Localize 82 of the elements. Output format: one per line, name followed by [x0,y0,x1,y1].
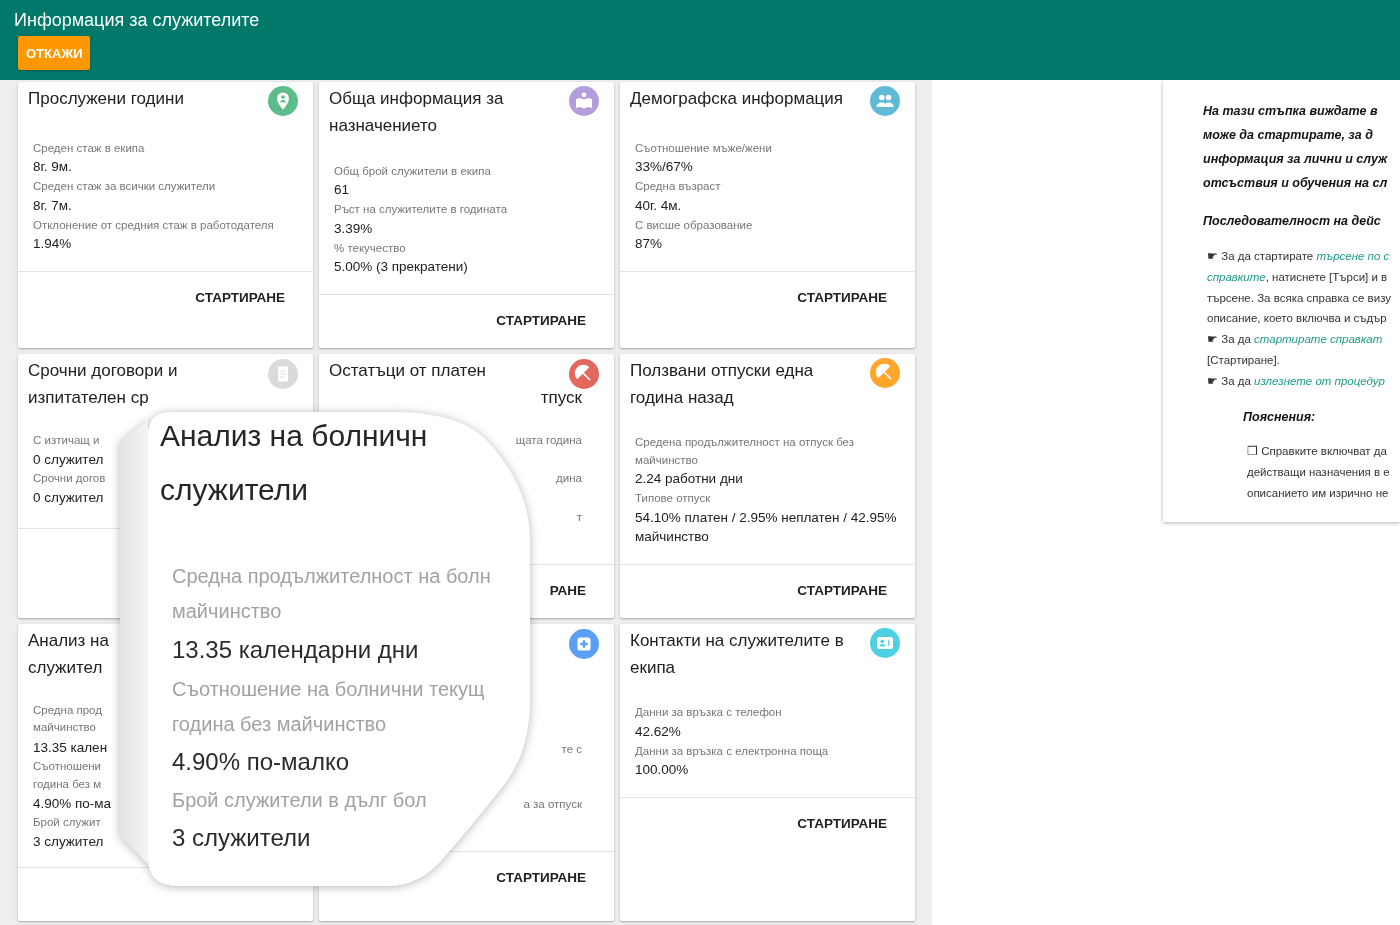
metric-value: 13.35 кален [33,738,108,757]
metric-value: 8г. 7м. [33,196,72,215]
metric-value: 2.24 работни дни [635,470,743,488]
metric-value: 8г. 9м. [33,158,72,176]
magnified-metric-label: Брой служители в дълг бол [172,788,427,813]
help-step-line: справките, натиснете [Търси] и в [1207,269,1388,285]
metric-value: 3.39% [334,219,373,238]
help-notes-heading: Пояснения: [1243,408,1316,426]
help-intro-line: отсъствия и обучения на сл [1203,175,1388,192]
help-note-line: действащи назначения в е [1247,464,1390,480]
metric-label: Срочни догов [33,470,106,486]
card-title: Демографска информация [630,88,844,110]
metric-value: 5.00% (3 прекратени) [334,258,468,276]
magnified-metric-value: 3 служители [172,823,311,853]
metric-value: 0 служител [33,488,104,507]
metric-label: година без м [33,776,102,792]
metric-label: Среден стаж за всички служители [33,179,216,194]
magnified-metric-value: 13.35 календарни дни [172,635,419,665]
help-step-line: ☛ За да стартирате справкат [1207,332,1383,348]
metric-value: 87% [635,235,663,253]
metric-label: Общ брой служители в екипа [334,163,491,179]
metric-label: Ръст на служителите в годината [334,202,508,217]
help-intro-line: може да стартирате, за д [1203,127,1373,144]
metric-label: Отклонение от средния стаж в работодателя [33,217,274,233]
metric-label: Среден стаж в екипа [33,140,145,156]
card-title: Ползвани отпуски една година назад [630,359,815,409]
magnified-metric-value: 4.90% по-малко [172,747,350,777]
header-title: Информация за служителите [14,9,260,31]
help-heading: Последователност на дейс [1203,213,1381,230]
help-note-line: описанието им изрично не [1247,485,1389,501]
metric-value: 54.10% платен / 2.95% неплатен / 42.95% майчинство [635,508,898,546]
metric-value: 61 [334,181,350,199]
metric-label: а за отпуск [523,796,582,812]
help-step-line: търсене. За всяка справка се визу [1207,290,1392,306]
metric-label: Данни за връзка с електронна поща [635,743,829,759]
metric-value: 33%/67% [635,158,693,176]
card-title: изпитателен ср [28,387,149,409]
card-title: Обща информация за назначението [329,88,505,137]
magnified-metric-label: майчинство [172,599,282,624]
metric-value: 3 служител [33,832,104,851]
metric-label: те с [561,741,582,757]
metric-label: Данни за връзка с телефон [635,705,782,720]
metric-label: Съотношение мъже/жени [635,140,772,156]
card-title: Срочни договори и [28,360,178,382]
metric-label: майчинство [33,719,96,735]
card-title: Остатъци от платен [329,360,486,382]
metric-value: 4.90% по-ма [33,794,112,813]
metric-label: С изтичащ и [33,432,100,448]
card-title: Контакти на служителите в екипа [630,629,845,679]
magnified-metric-label: Съотношение на болнични текущ [172,677,485,702]
metric-label: Средна възраст [635,179,721,194]
metric-label: Брой служит [33,814,101,830]
metric-label: % текучество [334,240,406,256]
metric-value: 40г. 4м. [635,196,682,215]
metric-label: щата година [515,432,582,448]
card-title: Анализ на [28,630,109,652]
metric-label: Средена продължителност на отпуск без майчинство [635,435,855,468]
magnified-card-title: Анализ на болничн [160,418,428,454]
metric-label: дина [556,470,582,486]
metric-value: 1.94% [33,235,72,253]
help-intro-line: На тази стъпка виждате в [1203,103,1378,120]
help-link[interactable]: излезнете от процедур [1254,374,1385,387]
help-note-line: ❒ Справките включват да [1247,443,1387,459]
card-title: служител [28,657,103,679]
metric-label: Типове отпуск [635,491,711,506]
help-step-line: описание, което включва и съдър [1207,311,1387,327]
help-step-line: ☛ За да излезнете от процедур [1207,373,1385,389]
card-title: Прослужени години [28,88,184,110]
metric-value: 100.00% [635,761,689,779]
help-intro-line: информация за лични и служ [1203,151,1388,168]
card-title: тпуск [540,387,582,409]
magnified-metric-label: година без майчинство [172,712,387,737]
metric-label: Средна прод [33,702,102,718]
metric-label: Съотношени [33,758,102,774]
metric-value: 42.62% [635,722,681,741]
magnified-metric-label: Средна продължителност на болн [172,564,491,589]
metric-label: С висше образование [635,217,753,233]
help-step-line: [Стартиране]. [1207,353,1280,368]
metric-label: т [576,509,582,525]
metric-value: 0 служител [33,450,104,469]
magnified-card-title: служители [160,472,309,508]
help-step-line: ☛ За да стартирате търсене по с [1207,249,1390,264]
